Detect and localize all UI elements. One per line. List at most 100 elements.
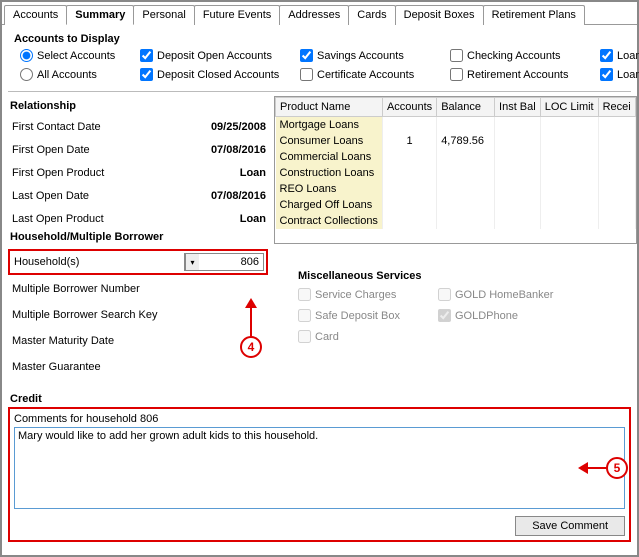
accounts-to-display-title: Accounts to Display (8, 31, 631, 49)
check-label: Deposit Closed Accounts (157, 69, 279, 81)
misc-title: Miscellaneous Services (298, 270, 631, 282)
check-deposit-open[interactable]: Deposit Open Accounts (140, 49, 300, 62)
accounts-to-display-group: Accounts to Display Select Accounts Depo… (8, 31, 631, 89)
th-accounts[interactable]: Accounts (382, 98, 436, 117)
kv-value: 09/25/2008 (176, 121, 266, 133)
cell-balance (437, 117, 495, 134)
kv-value: Loan (176, 213, 266, 225)
table-row[interactable]: Commercial Loans (276, 149, 636, 165)
check-label: Deposit Open Accounts (157, 50, 272, 62)
multi-borrower-number: Multiple Borrower Number (8, 279, 268, 305)
comment-container: Comments for household 806 Save Comment (8, 407, 631, 542)
kv-label: First Open Product (12, 167, 104, 179)
th-recei[interactable]: Recei (598, 98, 635, 117)
table-row[interactable]: Construction Loans (276, 165, 636, 181)
kv-first-contact: First Contact Date 09/25/2008 (8, 118, 268, 141)
kv-value: 07/08/2016 (176, 144, 266, 156)
credit-title: Credit (8, 389, 631, 407)
check-goldphone: GOLDPhone (438, 309, 578, 322)
cell-accounts: 1 (382, 133, 436, 149)
th-inst-bal[interactable]: Inst Bal (495, 98, 541, 117)
check-label: Checking Accounts (467, 50, 561, 62)
master-maturity: Master Maturity Date (8, 331, 268, 357)
callout-5: 5 (606, 457, 628, 479)
tab-retirement-plans[interactable]: Retirement Plans (483, 5, 585, 25)
check-label: Loan Open A (617, 50, 639, 62)
kv-label: Last Open Product (12, 213, 104, 225)
table-row[interactable]: Contract Collections (276, 213, 636, 229)
kv-label: First Contact Date (12, 121, 101, 133)
callout-arrow-5 (578, 462, 588, 474)
product-table[interactable]: Product Name Accounts Balance Inst Bal L… (274, 96, 637, 244)
check-loan-closed[interactable]: Loan Closed (600, 68, 639, 81)
table-row[interactable]: Charged Off Loans (276, 197, 636, 213)
check-card: Card (298, 330, 438, 343)
master-guarantee: Master Guarantee (8, 357, 268, 383)
check-service-charges: Service Charges (298, 288, 438, 301)
check-label: Retirement Accounts (467, 69, 569, 81)
household-dropdown[interactable]: ▾ 806 (184, 253, 264, 271)
check-label: Savings Accounts (317, 50, 404, 62)
table-row[interactable]: Mortgage Loans (276, 117, 636, 134)
kv-value: Loan (176, 167, 266, 179)
tab-summary[interactable]: Summary (66, 5, 134, 25)
comments-label: Comments for household 806 (14, 411, 625, 427)
tab-cards[interactable]: Cards (348, 5, 395, 25)
kv-first-open-product: First Open Product Loan (8, 164, 268, 187)
cell-accounts (382, 117, 436, 134)
radio-label: Select Accounts (37, 50, 115, 62)
check-label: GOLD HomeBanker (455, 289, 553, 301)
check-gold-homebanker: GOLD HomeBanker (438, 288, 578, 301)
kv-last-open-product: Last Open Product Loan (8, 210, 268, 233)
table-row[interactable]: Consumer Loans 1 4,789.56 (276, 133, 636, 149)
kv-label: Last Open Date (12, 190, 89, 202)
radio-select-accounts[interactable]: Select Accounts (20, 49, 140, 62)
separator (8, 91, 631, 92)
cell-product-name: Commercial Loans (276, 149, 383, 165)
tab-deposit-boxes[interactable]: Deposit Boxes (395, 5, 484, 25)
radio-all-accounts[interactable]: All Accounts (20, 68, 140, 81)
kv-label: First Open Date (12, 144, 90, 156)
check-savings[interactable]: Savings Accounts (300, 49, 450, 62)
tab-accounts[interactable]: Accounts (4, 5, 67, 25)
check-loan-open[interactable]: Loan Open A (600, 49, 639, 62)
check-checking[interactable]: Checking Accounts (450, 49, 600, 62)
radio-label: All Accounts (37, 69, 97, 81)
relationship-title: Relationship (8, 96, 268, 118)
kv-last-open-date: Last Open Date 07/08/2016 (8, 187, 268, 210)
cell-product-name: Consumer Loans (276, 133, 383, 149)
cell-product-name: Charged Off Loans (276, 197, 383, 213)
check-label: Certificate Accounts (317, 69, 414, 81)
household-value: 806 (199, 256, 263, 268)
cell-balance: 4,789.56 (437, 133, 495, 149)
kv-value: 07/08/2016 (176, 190, 266, 202)
check-retirement[interactable]: Retirement Accounts (450, 68, 600, 81)
credit-section: Credit Comments for household 806 Save C… (8, 389, 631, 542)
misc-services-group: Miscellaneous Services Service Charges G… (274, 268, 637, 345)
check-certificate[interactable]: Certificate Accounts (300, 68, 450, 81)
tab-addresses[interactable]: Addresses (279, 5, 349, 25)
check-safe-deposit: Safe Deposit Box (298, 309, 438, 322)
tab-future-events[interactable]: Future Events (194, 5, 280, 25)
check-label: Card (315, 331, 339, 343)
kv-first-open-date: First Open Date 07/08/2016 (8, 141, 268, 164)
callout-4: 4 (240, 336, 262, 358)
save-comment-button[interactable]: Save Comment (515, 516, 625, 536)
check-label: Loan Closed (617, 69, 639, 81)
comments-textarea[interactable] (14, 427, 625, 509)
check-label: GOLDPhone (455, 310, 518, 322)
chevron-down-icon[interactable]: ▾ (185, 254, 199, 270)
th-balance[interactable]: Balance (437, 98, 495, 117)
table-header-row: Product Name Accounts Balance Inst Bal L… (276, 98, 636, 117)
multi-borrower-search: Multiple Borrower Search Key (8, 305, 268, 331)
table-row[interactable]: REO Loans (276, 181, 636, 197)
check-label: Service Charges (315, 289, 396, 301)
household-field-row: Household(s) ▾ 806 (8, 249, 268, 275)
th-product-name[interactable]: Product Name (276, 98, 383, 117)
callout-arrow-4 (245, 298, 257, 308)
cell-product-name: REO Loans (276, 181, 383, 197)
check-deposit-closed[interactable]: Deposit Closed Accounts (140, 68, 300, 81)
th-loc-limit[interactable]: LOC Limit (540, 98, 598, 117)
tab-personal[interactable]: Personal (133, 5, 194, 25)
household-label: Household(s) (12, 256, 184, 268)
